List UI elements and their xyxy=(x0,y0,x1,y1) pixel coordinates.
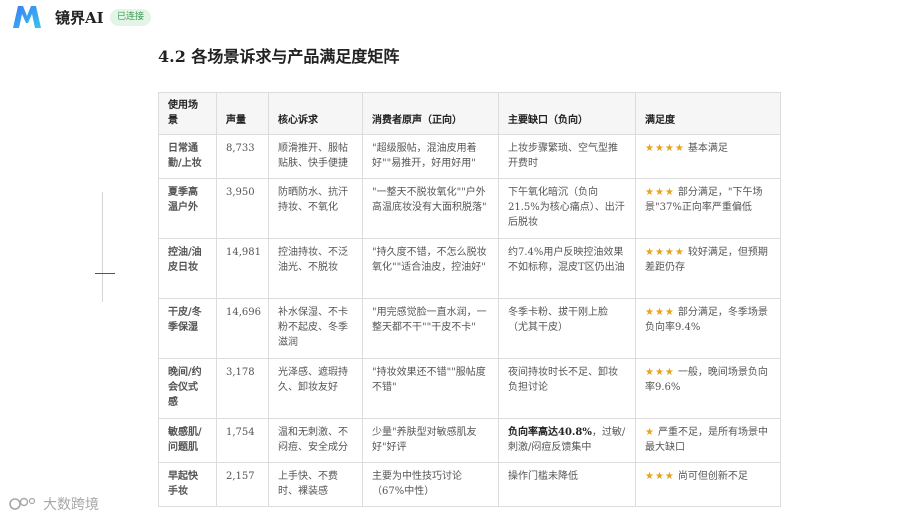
cell-need: 上手快、不费时、裸装感 xyxy=(268,462,363,507)
sidebar-collapse-handle[interactable] xyxy=(95,273,115,274)
cell-gap: 下午氧化暗沉（负向21.5%为核心痛点）、出汗后脱妆 xyxy=(498,178,636,239)
cell-voice: 少量"养肤型对敏感肌友好"好评 xyxy=(362,418,499,463)
cell-volume: 3,950 xyxy=(216,178,269,239)
cell-scene: 日常通勤/上妆 xyxy=(158,134,217,179)
cell-need: 补水保湿、不卡粉不起皮、冬季滋润 xyxy=(268,298,363,359)
cell-satisfaction: ★★★ 部分满足，"下午场景"37%正向率严重偏低 xyxy=(635,178,781,239)
table-row: 晚间/约会仪式感 3,178 光泽感、遮瑕持久、卸妆友好 "持妆效果还不错""服… xyxy=(158,358,781,419)
cell-volume: 3,178 xyxy=(216,358,269,419)
gap-text: 上妆步骤繁琐、空气型推开费时 xyxy=(508,143,618,169)
cell-volume: 2,157 xyxy=(216,462,269,507)
cell-satisfaction: ★★★ 尚可但创新不足 xyxy=(635,462,781,507)
cell-scene: 晚间/约会仪式感 xyxy=(158,358,217,419)
top-bar: 镜界AI 已连接 xyxy=(0,0,900,36)
header-satisfaction: 满足度 xyxy=(635,92,781,135)
cell-gap: 夜间持妆时长不足、卸妆负担讨论 xyxy=(498,358,636,419)
cell-gap: 约7.4%用户反映控油效果不如标称，混皮T区仍出油 xyxy=(498,238,636,299)
gap-text: 夜间持妆时长不足、卸妆负担讨论 xyxy=(508,367,618,393)
watermark-text: 大数跨境 xyxy=(43,497,99,513)
rating-stars-icon: ★★★ xyxy=(645,471,675,482)
app-brand: 镜界AI xyxy=(55,9,104,27)
section-title: 4.2 各场景诉求与产品满足度矩阵 xyxy=(158,47,400,66)
cell-satisfaction: ★★★ 一般，晚间场景负向率9.6% xyxy=(635,358,781,419)
cell-gap: 操作门槛未降低 xyxy=(498,462,636,507)
cell-voice: "超级服帖，混油皮用着好""易推开，好用好用" xyxy=(362,134,499,179)
table-row: 夏季高温户外 3,950 防晒防水、抗汗持妆、不氧化 "一整天不脱妆氧化""户外… xyxy=(158,178,781,239)
cell-gap: 冬季卡粉、拔干刚上脸（尤其干皮） xyxy=(498,298,636,359)
table-row: 干皮/冬季保湿 14,696 补水保湿、不卡粉不起皮、冬季滋润 "用完感觉脸一直… xyxy=(158,298,781,359)
cell-need: 顺滑推开、服帖贴肤、快手便捷 xyxy=(268,134,363,179)
table-row: 控油/油皮日妆 14,981 控油持妆、不泛油光、不脱妆 "持久度不错，不怎么脱… xyxy=(158,238,781,299)
cell-need: 温和无刺激、不闷痘、安全成分 xyxy=(268,418,363,463)
rating-stars-icon: ★★★ xyxy=(645,307,675,318)
gap-highlight: 负向率高达40.8% xyxy=(508,427,592,438)
table-row: 早起快手妆 2,157 上手快、不费时、裸装感 主要为中性技巧讨论（67%中性）… xyxy=(158,462,781,507)
rating-stars-icon: ★★★★ xyxy=(645,247,685,258)
cell-voice: "持妆效果还不错""服帖度不错" xyxy=(362,358,499,419)
table-row: 敏感肌/问题肌 1,754 温和无刺激、不闷痘、安全成分 少量"养肤型对敏感肌友… xyxy=(158,418,781,463)
cell-volume: 8,733 xyxy=(216,134,269,179)
cell-scene: 干皮/冬季保湿 xyxy=(158,298,217,359)
rating-stars-icon: ★★★★ xyxy=(645,143,685,154)
cell-scene: 控油/油皮日妆 xyxy=(158,238,217,299)
header-volume: 声量 xyxy=(216,92,269,135)
cell-satisfaction: ★★★ 部分满足，冬季场景负向率9.4% xyxy=(635,298,781,359)
rating-stars-icon: ★★★ xyxy=(645,187,675,198)
header-need: 核心诉求 xyxy=(268,92,363,135)
cell-voice: 主要为中性技巧讨论（67%中性） xyxy=(362,462,499,507)
sidebar-divider xyxy=(102,192,103,302)
cell-gap: 上妆步骤繁琐、空气型推开费时 xyxy=(498,134,636,179)
cell-volume: 14,981 xyxy=(216,238,269,299)
cell-satisfaction: ★★★★ 基本满足 xyxy=(635,134,781,179)
cell-voice: "用完感觉脸一直水润，一整天都不干""干皮不卡" xyxy=(362,298,499,359)
rating-text: 严重不足，是所有场景中最大缺口 xyxy=(645,427,768,453)
header-voice: 消费者原声（正向） xyxy=(362,92,499,135)
cell-volume: 14,696 xyxy=(216,298,269,359)
header-scene: 使用场景 xyxy=(158,92,217,135)
cell-voice: "一整天不脱妆氧化""户外高温底妆没有大面积脱落" xyxy=(362,178,499,239)
watermark: 大数跨境 xyxy=(8,493,99,515)
cell-scene: 夏季高温户外 xyxy=(158,178,217,239)
gap-text: 冬季卡粉、拔干刚上脸（尤其干皮） xyxy=(508,307,608,333)
header-gap: 主要缺口（负向） xyxy=(498,92,636,135)
scene-satisfaction-matrix: 使用场景 声量 核心诉求 消费者原声（正向） 主要缺口（负向） 满足度 日常通勤… xyxy=(158,92,781,507)
table-header-row: 使用场景 声量 核心诉求 消费者原声（正向） 主要缺口（负向） 满足度 xyxy=(158,92,781,135)
gap-text: 约7.4%用户反映控油效果不如标称，混皮T区仍出油 xyxy=(508,247,625,273)
cell-satisfaction: ★★★★ 较好满足，但预期差距仍存 xyxy=(635,238,781,299)
cell-need: 光泽感、遮瑕持久、卸妆友好 xyxy=(268,358,363,419)
cell-satisfaction: ★ 严重不足，是所有场景中最大缺口 xyxy=(635,418,781,463)
cell-scene: 早起快手妆 xyxy=(158,462,217,507)
gap-text: 下午氧化暗沉（负向21.5%为核心痛点）、出汗后脱妆 xyxy=(508,187,625,228)
rating-text: 基本满足 xyxy=(687,143,728,154)
rating-stars-icon: ★★★ xyxy=(645,367,675,378)
cell-voice: "持久度不错，不怎么脱妆氧化""适合油皮，控油好" xyxy=(362,238,499,299)
cell-gap: 负向率高达40.8%，过敏/刺激/闷痘反馈集中 xyxy=(498,418,636,463)
cell-need: 控油持妆、不泛油光、不脱妆 xyxy=(268,238,363,299)
rating-text: 尚可但创新不足 xyxy=(677,471,748,482)
cell-scene: 敏感肌/问题肌 xyxy=(158,418,217,463)
table-row: 日常通勤/上妆 8,733 顺滑推开、服帖贴肤、快手便捷 "超级服帖，混油皮用着… xyxy=(158,134,781,179)
watermark-logo-icon xyxy=(9,497,36,510)
cell-volume: 1,754 xyxy=(216,418,269,463)
cell-need: 防晒防水、抗汗持妆、不氧化 xyxy=(268,178,363,239)
app-logo-icon xyxy=(13,6,41,28)
rating-stars-icon: ★ xyxy=(645,427,655,438)
gap-text: 操作门槛未降低 xyxy=(508,471,578,482)
connection-status-badge: 已连接 xyxy=(110,9,152,26)
